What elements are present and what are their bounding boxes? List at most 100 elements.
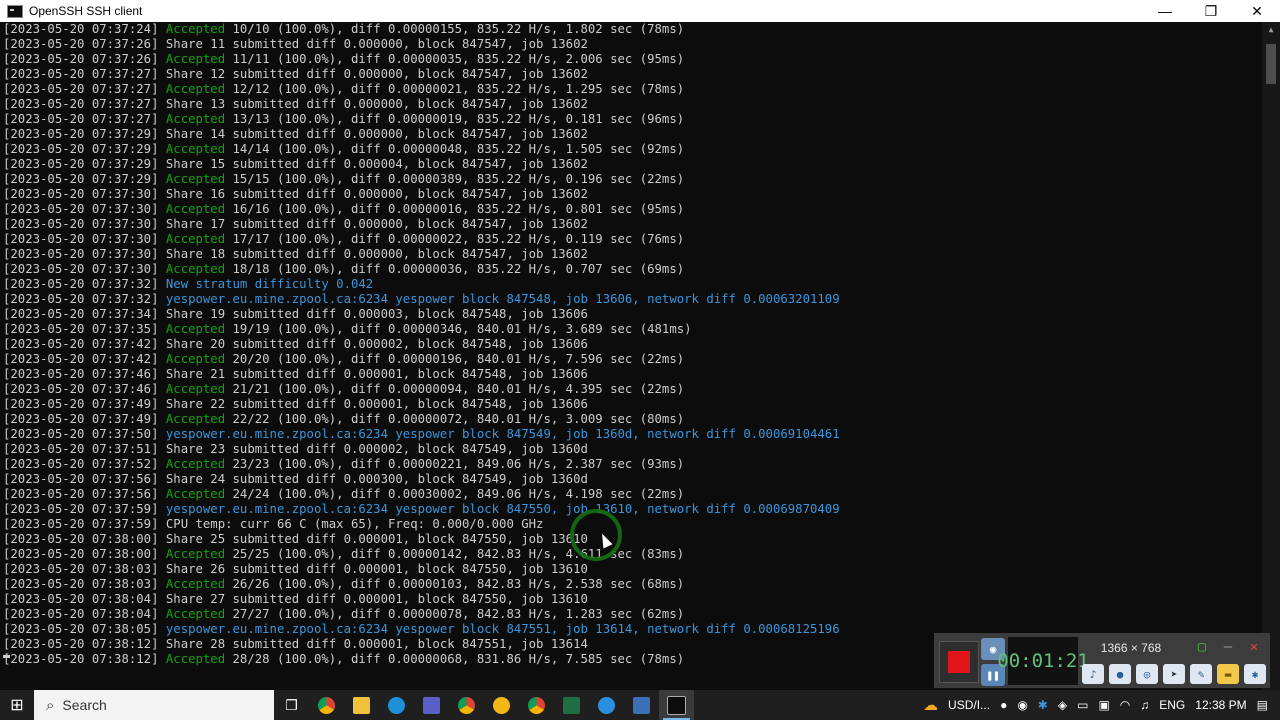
close-widget-icon[interactable]: ✕: [1242, 636, 1266, 658]
accepted-label: Accepted: [165, 52, 226, 66]
taskbar-search-box[interactable]: ⌕ Search: [34, 690, 274, 720]
window-title-bar: OpenSSH SSH client — ❐ ✕: [0, 0, 1280, 22]
excel-icon[interactable]: [554, 690, 589, 720]
app-tray-icon[interactable]: ◈: [1058, 698, 1067, 712]
terminal-line: [2023-05-20 07:37:32] yespower.eu.mine.z…: [0, 292, 1262, 307]
system-tray: ☁ USD/I... ● ◉ ✱ ◈ ▭ ▣ ◠ ♫ ENG 12:38 PM …: [918, 690, 1280, 720]
teams-icon[interactable]: [414, 690, 449, 720]
windows-start-icon[interactable]: ⊞: [0, 690, 34, 720]
terminal-line: [2023-05-20 07:37:29] Share 15 submitted…: [0, 157, 1262, 172]
accepted-label: Accepted: [165, 142, 226, 156]
log-message: yespower.eu.mine.zpool.ca:6234 yespower …: [165, 502, 840, 516]
bluetooth-icon[interactable]: ✱: [1038, 698, 1048, 712]
task-view-icon[interactable]: ❐: [274, 690, 309, 720]
scrollbar-thumb[interactable]: [1266, 44, 1276, 84]
search-placeholder: Search: [62, 697, 107, 713]
speaker-icon[interactable]: ♪: [1082, 664, 1104, 684]
accepted-label: Accepted: [165, 652, 226, 666]
log-message: 21/21 (100.0%), diff 0.00000094, 840.01 …: [225, 382, 685, 396]
record-stop-button[interactable]: [939, 641, 979, 683]
remote-desktop-icon[interactable]: [624, 690, 659, 720]
click-highlight-ring: [570, 509, 622, 561]
terminal-line: [2023-05-20 07:37:30] Share 17 submitted…: [0, 217, 1262, 232]
accepted-label: Accepted: [165, 322, 226, 336]
network-icon[interactable]: ▭: [1077, 698, 1088, 712]
microphone-icon[interactable]: ●: [1109, 664, 1131, 684]
terminal-line: [2023-05-20 07:37:30] Share 16 submitted…: [0, 187, 1262, 202]
log-timestamp: [2023-05-20 07:37:32]: [3, 292, 159, 306]
display-icon[interactable]: ▣: [1098, 698, 1109, 712]
chrome-second-icon[interactable]: [519, 690, 554, 720]
log-timestamp: [2023-05-20 07:37:30]: [3, 217, 159, 231]
webcam-icon[interactable]: ◎: [1136, 664, 1158, 684]
terminal-line: [2023-05-20 07:37:46] Accepted 21/21 (10…: [0, 382, 1262, 397]
edge-icon[interactable]: [379, 690, 414, 720]
terminal-line: [2023-05-20 07:38:03] Accepted 26/26 (10…: [0, 577, 1262, 592]
log-timestamp: [2023-05-20 07:37:29]: [3, 142, 159, 156]
weather-icon[interactable]: ☁: [923, 696, 938, 714]
log-message: Share 16 submitted diff 0.000000, block …: [165, 187, 588, 201]
maximize-button[interactable]: ❐: [1188, 0, 1234, 22]
terminal-line: [2023-05-20 07:37:35] Accepted 19/19 (10…: [0, 322, 1262, 337]
minimize-widget-icon[interactable]: —: [1216, 636, 1240, 658]
ticker-label[interactable]: USD/I...: [948, 698, 990, 712]
record-icon[interactable]: ◉: [1017, 698, 1027, 712]
log-message: Share 23 submitted diff 0.000002, block …: [165, 442, 588, 456]
accepted-label: Accepted: [165, 577, 226, 591]
log-timestamp: [2023-05-20 07:37:26]: [3, 52, 159, 66]
language-indicator[interactable]: ENG: [1159, 698, 1185, 712]
log-timestamp: [2023-05-20 07:37:32]: [3, 277, 159, 291]
search-icon: ⌕: [46, 696, 55, 714]
terminal-line: [2023-05-20 07:37:29] Accepted 14/14 (10…: [0, 142, 1262, 157]
log-message: 19/19 (100.0%), diff 0.00000346, 840.01 …: [225, 322, 692, 336]
scroll-up-arrow-icon[interactable]: ▲: [1262, 22, 1280, 38]
terminal-line: [2023-05-20 07:38:00] Accepted 25/25 (10…: [0, 547, 1262, 562]
wifi-icon[interactable]: ◠: [1120, 698, 1130, 712]
log-timestamp: [2023-05-20 07:37:27]: [3, 97, 159, 111]
log-timestamp: [2023-05-20 07:37:35]: [3, 322, 159, 336]
close-button[interactable]: ✕: [1234, 0, 1280, 22]
clock[interactable]: 12:38 PM: [1195, 698, 1246, 712]
log-message: yespower.eu.mine.zpool.ca:6234 yespower …: [165, 622, 840, 636]
log-timestamp: [2023-05-20 07:37:49]: [3, 412, 159, 426]
log-message: 28/28 (100.0%), diff 0.00000068, 831.86 …: [225, 652, 685, 666]
accepted-label: Accepted: [165, 172, 226, 186]
region-select-icon[interactable]: ▢: [1190, 636, 1214, 658]
terminal-line: [2023-05-20 07:37:49] Share 22 submitted…: [0, 397, 1262, 412]
accepted-label: Accepted: [165, 547, 226, 561]
chrome-profile-icon[interactable]: [449, 690, 484, 720]
log-message: Share 15 submitted diff 0.000004, block …: [165, 157, 588, 171]
notification-icon[interactable]: ▤: [1257, 698, 1268, 712]
log-message: Share 11 submitted diff 0.000000, block …: [165, 37, 588, 51]
log-timestamp: [2023-05-20 07:37:30]: [3, 202, 159, 216]
cursor-icon[interactable]: ➤: [1163, 664, 1185, 684]
log-message: Share 14 submitted diff 0.000000, block …: [165, 127, 588, 141]
stop-icon: [948, 651, 970, 673]
terminal-output[interactable]: [2023-05-20 07:37:24] Accepted 10/10 (10…: [0, 22, 1262, 690]
resolution-label: 1366 × 768: [1100, 641, 1162, 655]
terminal-taskbar-icon[interactable]: [659, 690, 694, 720]
log-message: 20/20 (100.0%), diff 0.00000196, 840.01 …: [225, 352, 685, 366]
chrome-icon[interactable]: [309, 690, 344, 720]
accepted-label: Accepted: [165, 22, 226, 36]
settings-gear-icon[interactable]: ✱: [1244, 664, 1266, 684]
app-yellow-icon[interactable]: [484, 690, 519, 720]
log-timestamp: [2023-05-20 07:37:27]: [3, 67, 159, 81]
log-timestamp: [2023-05-20 07:37:49]: [3, 397, 159, 411]
pen-icon[interactable]: ✎: [1190, 664, 1212, 684]
minimize-button[interactable]: —: [1142, 0, 1188, 22]
app-blue-icon[interactable]: [589, 690, 624, 720]
log-message: yespower.eu.mine.zpool.ca:6234 yespower …: [165, 292, 840, 306]
log-timestamp: [2023-05-20 07:38:00]: [3, 532, 159, 546]
log-timestamp: [2023-05-20 07:37:56]: [3, 487, 159, 501]
vertical-scrollbar[interactable]: ▲: [1262, 22, 1280, 690]
file-explorer-icon[interactable]: [344, 690, 379, 720]
accepted-label: Accepted: [165, 382, 226, 396]
terminal-line: [2023-05-20 07:38:04] Share 27 submitted…: [0, 592, 1262, 607]
log-message: 24/24 (100.0%), diff 0.00030002, 849.06 …: [225, 487, 685, 501]
accepted-label: Accepted: [165, 262, 226, 276]
volume-icon[interactable]: ♫: [1140, 698, 1149, 712]
folder-icon[interactable]: ▬: [1217, 664, 1239, 684]
log-timestamp: [2023-05-20 07:38:00]: [3, 547, 159, 561]
discord-icon[interactable]: ●: [1000, 698, 1007, 712]
